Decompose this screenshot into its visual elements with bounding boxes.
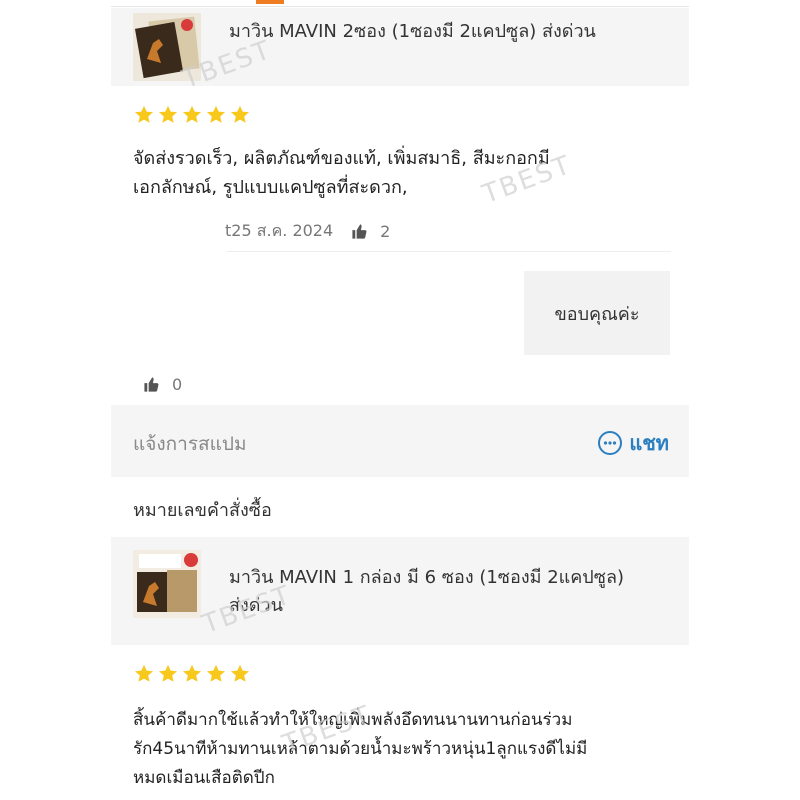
seller-reply: ขอบคุณค่ะ: [524, 271, 670, 355]
product-card[interactable]: มาวิน MAVIN 1 กล่อง มี 6 ซอง (1ซองมี 2แค…: [111, 537, 689, 645]
review-text-line: เอกลักษณ์, รูปแบบแคปซูลที่สะดวก,: [133, 177, 408, 198]
chat-bubble-icon: [598, 431, 623, 455]
review-meta: t25 ส.ค. 2024 2: [225, 219, 390, 244]
product-title-line: มาวิน MAVIN 1 กล่อง มี 6 ซอง (1ซองมี 2แค…: [229, 567, 624, 588]
product-title: มาวิน MAVIN 2ซอง (1ซองมี 2แคปซูล) ส่งด่ว…: [229, 21, 596, 42]
star-icon: [159, 105, 177, 123]
review-text-line: รัก45นาทีห้ามทานเหล้าตามด้วยน้ำมะพร้าวหน…: [133, 739, 588, 759]
star-icon: [231, 664, 249, 682]
star-icon: [183, 105, 201, 123]
chat-button[interactable]: แชท: [597, 427, 669, 459]
review-text-line: สิ้นค้าดีมากใช้แล้วทำให้ใหญ่เพิ่มพลังอึด…: [133, 710, 573, 730]
review-text-line: จัดส่งรวดเร็ว, ผลิตภัณฑ์ของแท้, เพิ่มสมา…: [133, 148, 550, 169]
product-title: มาวิน MAVIN 1 กล่อง มี 6 ซอง (1ซองมี 2แค…: [229, 564, 624, 620]
review-date: t25 ส.ค. 2024: [225, 221, 334, 240]
star-icon: [207, 664, 225, 682]
review-text: จัดส่งรวดเร็ว, ผลิตภัณฑ์ของแท้, เพิ่มสมา…: [133, 144, 653, 202]
rating-stars: [133, 663, 251, 685]
chat-label: แชท: [629, 431, 669, 455]
report-spam-link[interactable]: แจ้งการสแปม: [133, 429, 246, 459]
seller-reply-text: ขอบคุณค่ะ: [554, 303, 640, 325]
star-icon: [135, 105, 153, 123]
order-number-label: หมายเลขคำสั่งซื้อ: [133, 500, 272, 521]
star-icon: [231, 105, 249, 123]
rating-stars: [133, 104, 251, 126]
reply-meta: 0: [143, 375, 182, 394]
product-image: [133, 550, 201, 618]
thumbs-up-icon[interactable]: [351, 223, 368, 240]
product-title-line: ส่งด่วน: [229, 595, 283, 616]
top-divider: [111, 6, 689, 7]
review-column: มาวิน MAVIN 2ซอง (1ซองมี 2แคปซูล) ส่งด่ว…: [111, 0, 689, 800]
product-card[interactable]: มาวิน MAVIN 2ซอง (1ซองมี 2แคปซูล) ส่งด่ว…: [111, 8, 689, 86]
reply-like-count: 0: [172, 375, 183, 394]
report-bar: แจ้งการสแปม แชท: [111, 405, 689, 477]
review-text-line: หมดเมือนเสือติดปีก: [133, 768, 275, 788]
star-icon: [159, 664, 177, 682]
divider: [227, 251, 671, 252]
tab-indicator: [256, 0, 284, 4]
product-image: [133, 13, 201, 81]
star-icon: [183, 664, 201, 682]
star-icon: [135, 664, 153, 682]
thumbs-up-icon[interactable]: [143, 376, 160, 393]
review-text: สิ้นค้าดีมากใช้แล้วทำให้ใหญ่เพิ่มพลังอึด…: [133, 706, 683, 793]
like-count: 2: [380, 222, 391, 241]
star-icon: [207, 105, 225, 123]
